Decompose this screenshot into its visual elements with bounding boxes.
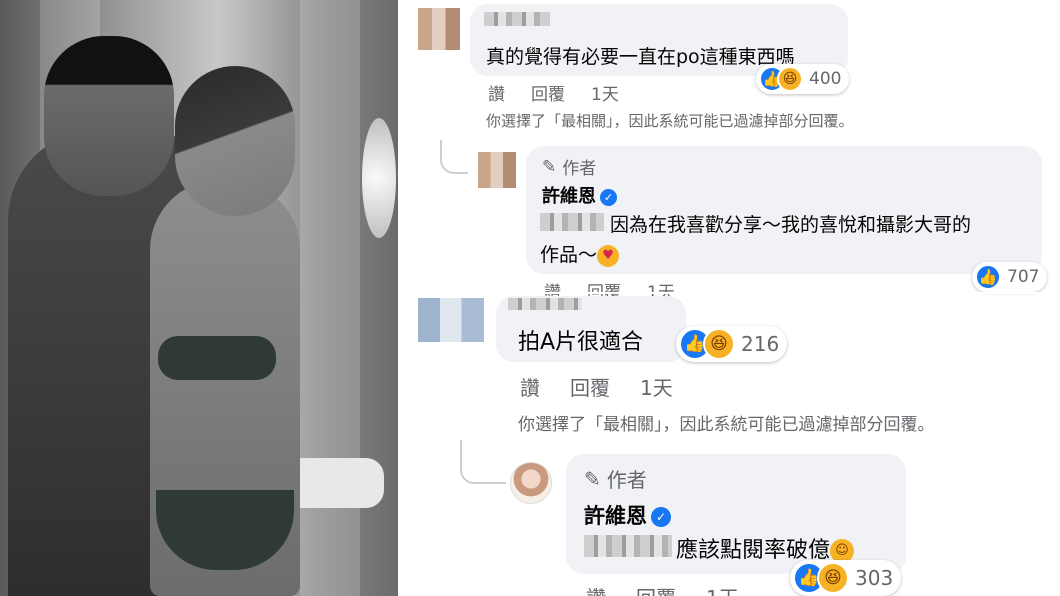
thread-connector bbox=[440, 140, 468, 174]
haha-icon: 😆 bbox=[817, 562, 849, 594]
author-tag: ✎ 作者 bbox=[542, 154, 597, 180]
like-action[interactable]: 讚 bbox=[488, 80, 505, 105]
author-name[interactable]: 許維恩 ✓ bbox=[542, 182, 617, 208]
commenter-avatar[interactable] bbox=[478, 152, 516, 188]
filter-notice: 你選擇了「最相關」，因此系統可能已過濾掉部分回覆。 bbox=[486, 112, 854, 130]
reaction-count: 216 bbox=[741, 332, 780, 356]
redacted-commenter-name bbox=[508, 298, 582, 310]
timestamp[interactable]: 1天 bbox=[640, 372, 673, 401]
commenter-avatar[interactable] bbox=[418, 298, 484, 342]
reply-actions: 讚 回覆 1天 bbox=[586, 582, 739, 596]
reaction-summary[interactable]: 👍 😆 303 bbox=[790, 560, 902, 596]
timestamp[interactable]: 1天 bbox=[591, 80, 619, 105]
redacted-commenter-name bbox=[484, 12, 550, 26]
man-head bbox=[44, 36, 174, 196]
reaction-summary[interactable]: 👍 😆 216 bbox=[676, 326, 788, 362]
reply-action[interactable]: 回覆 bbox=[636, 582, 676, 596]
author-tag-label: 作者 bbox=[606, 468, 647, 492]
redacted-mention bbox=[540, 213, 604, 231]
reaction-count: 303 bbox=[855, 566, 894, 590]
author-name[interactable]: 許維恩 ✓ bbox=[584, 500, 671, 530]
wall-lamp bbox=[362, 118, 396, 238]
author-tag-label: 作者 bbox=[562, 159, 597, 179]
smiling-hearts-emoji-icon: ♥ bbox=[597, 244, 620, 267]
pen-icon: ✎ bbox=[584, 466, 601, 491]
reply-text-line1: 因為在我喜歡分享～我的喜悅和攝影大哥的 bbox=[610, 214, 972, 236]
image-divider bbox=[398, 0, 404, 596]
comment-text: 真的覺得有必要一直在po這種東西嗎 bbox=[486, 46, 795, 68]
reaction-summary[interactable]: 👍 707 bbox=[972, 262, 1048, 292]
author-name-text[interactable]: 許維恩 bbox=[584, 504, 647, 528]
reaction-count: 707 bbox=[1007, 267, 1040, 287]
verified-badge-icon: ✓ bbox=[651, 507, 671, 527]
comment-actions: 讚 回覆 1天 bbox=[520, 372, 673, 401]
like-action[interactable]: 讚 bbox=[520, 372, 540, 401]
timestamp[interactable]: 1天 bbox=[706, 582, 739, 596]
haha-icon: 😆 bbox=[703, 328, 735, 360]
reply-text-line2: 作品～ ♥ bbox=[540, 240, 620, 267]
comment-text: 拍A片很適合 bbox=[518, 330, 644, 355]
commenter-avatar[interactable] bbox=[418, 8, 460, 50]
reaction-summary[interactable]: 👍 😆 400 bbox=[756, 64, 850, 94]
haha-icon: 😆 bbox=[777, 66, 803, 92]
thread-connector bbox=[460, 440, 506, 484]
author-name-text[interactable]: 許維恩 bbox=[542, 186, 596, 207]
author-tag: ✎ 作者 bbox=[584, 464, 647, 493]
author-avatar[interactable] bbox=[510, 462, 552, 504]
screenshot-seam bbox=[404, 292, 1060, 294]
reply-text-line2-content: 作品～ bbox=[540, 244, 598, 266]
filter-notice: 你選擇了「最相關」，因此系統可能已過濾掉部分回覆。 bbox=[518, 415, 935, 435]
woman-head bbox=[175, 66, 295, 216]
reply-action[interactable]: 回覆 bbox=[570, 372, 610, 401]
reply-action[interactable]: 回覆 bbox=[531, 80, 565, 105]
comment-actions: 讚 回覆 1天 bbox=[488, 80, 619, 105]
redacted-mention bbox=[584, 535, 672, 557]
verified-badge-icon: ✓ bbox=[600, 188, 617, 206]
reaction-count: 400 bbox=[809, 69, 842, 89]
pen-icon: ✎ bbox=[542, 156, 557, 177]
swimsuit-top bbox=[158, 336, 276, 380]
like-icon: 👍 bbox=[975, 264, 1001, 290]
like-action[interactable]: 讚 bbox=[586, 582, 606, 596]
post-photo[interactable] bbox=[0, 0, 398, 596]
